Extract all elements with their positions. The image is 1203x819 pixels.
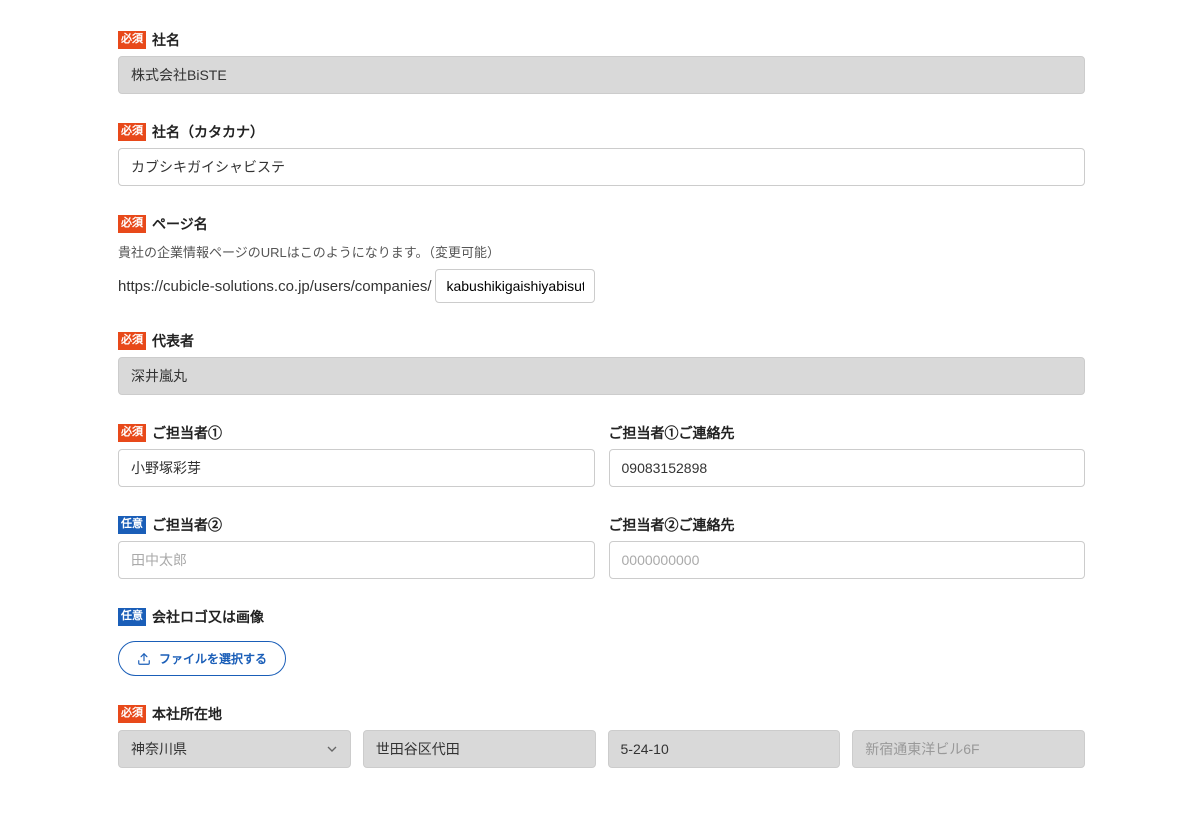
file-select-button[interactable]: ファイルを選択する [118,641,286,676]
building-input[interactable] [852,730,1085,768]
representative-group: 必須 代表者 [118,331,1085,395]
required-badge: 必須 [118,215,146,232]
required-badge: 必須 [118,705,146,722]
page-name-group: 必須 ページ名 貴社の企業情報ページのURLはこのようになります。（変更可能） … [118,214,1085,303]
label-row: 必須 代表者 [118,331,1085,351]
city-input[interactable] [363,730,596,768]
label-row: 任意 会社ロゴ又は画像 [118,607,1085,627]
required-badge: 必須 [118,424,146,441]
address-label: 本社所在地 [152,704,222,724]
page-name-label: ページ名 [152,214,208,234]
contact1-phone-label: ご担当者①ご連絡先 [609,423,735,443]
label-row: 必須 ページ名 [118,214,1085,234]
representative-label: 代表者 [152,331,194,351]
company-name-input [118,56,1085,94]
prefecture-select[interactable]: 神奈川県 [118,730,351,768]
street-input[interactable] [608,730,841,768]
label-row: ご担当者②ご連絡先 [609,515,1086,535]
company-name-kana-group: 必須 社名（カタカナ） [118,122,1085,186]
company-name-group: 必須 社名 [118,30,1085,94]
contact2-label: ご担当者② [152,515,222,535]
required-badge: 必須 [118,31,146,48]
upload-icon [137,652,151,666]
company-name-kana-label: 社名（カタカナ） [152,122,264,142]
label-row: 任意 ご担当者② [118,515,595,535]
address-group: 必須 本社所在地 神奈川県 [118,704,1085,768]
contact1-phone-input[interactable] [609,449,1086,487]
representative-input [118,357,1085,395]
contact1-group: 必須 ご担当者① ご担当者①ご連絡先 [118,423,1085,487]
required-badge: 必須 [118,123,146,140]
label-row: 必須 本社所在地 [118,704,1085,724]
url-row: https://cubicle-solutions.co.jp/users/co… [118,269,1085,303]
logo-label: 会社ロゴ又は画像 [152,607,264,627]
label-row: 必須 社名 [118,30,1085,50]
optional-badge: 任意 [118,516,146,533]
contact2-phone-input[interactable] [609,541,1086,579]
label-row: 必須 ご担当者① [118,423,595,443]
page-name-help: 貴社の企業情報ページのURLはこのようになります。（変更可能） [118,242,1085,261]
logo-group: 任意 会社ロゴ又は画像 ファイルを選択する [118,607,1085,676]
contact1-label: ご担当者① [152,423,222,443]
url-prefix: https://cubicle-solutions.co.jp/users/co… [118,278,431,295]
contact2-name-input[interactable] [118,541,595,579]
contact2-phone-label: ご担当者②ご連絡先 [609,515,735,535]
company-name-kana-input[interactable] [118,148,1085,186]
contact1-name-input[interactable] [118,449,595,487]
page-slug-input[interactable] [435,269,595,303]
label-row: 必須 社名（カタカナ） [118,122,1085,142]
contact2-group: 任意 ご担当者② ご担当者②ご連絡先 [118,515,1085,579]
optional-badge: 任意 [118,608,146,625]
company-name-label: 社名 [152,30,180,50]
label-row: ご担当者①ご連絡先 [609,423,1086,443]
required-badge: 必須 [118,332,146,349]
file-button-label: ファイルを選択する [159,650,267,667]
